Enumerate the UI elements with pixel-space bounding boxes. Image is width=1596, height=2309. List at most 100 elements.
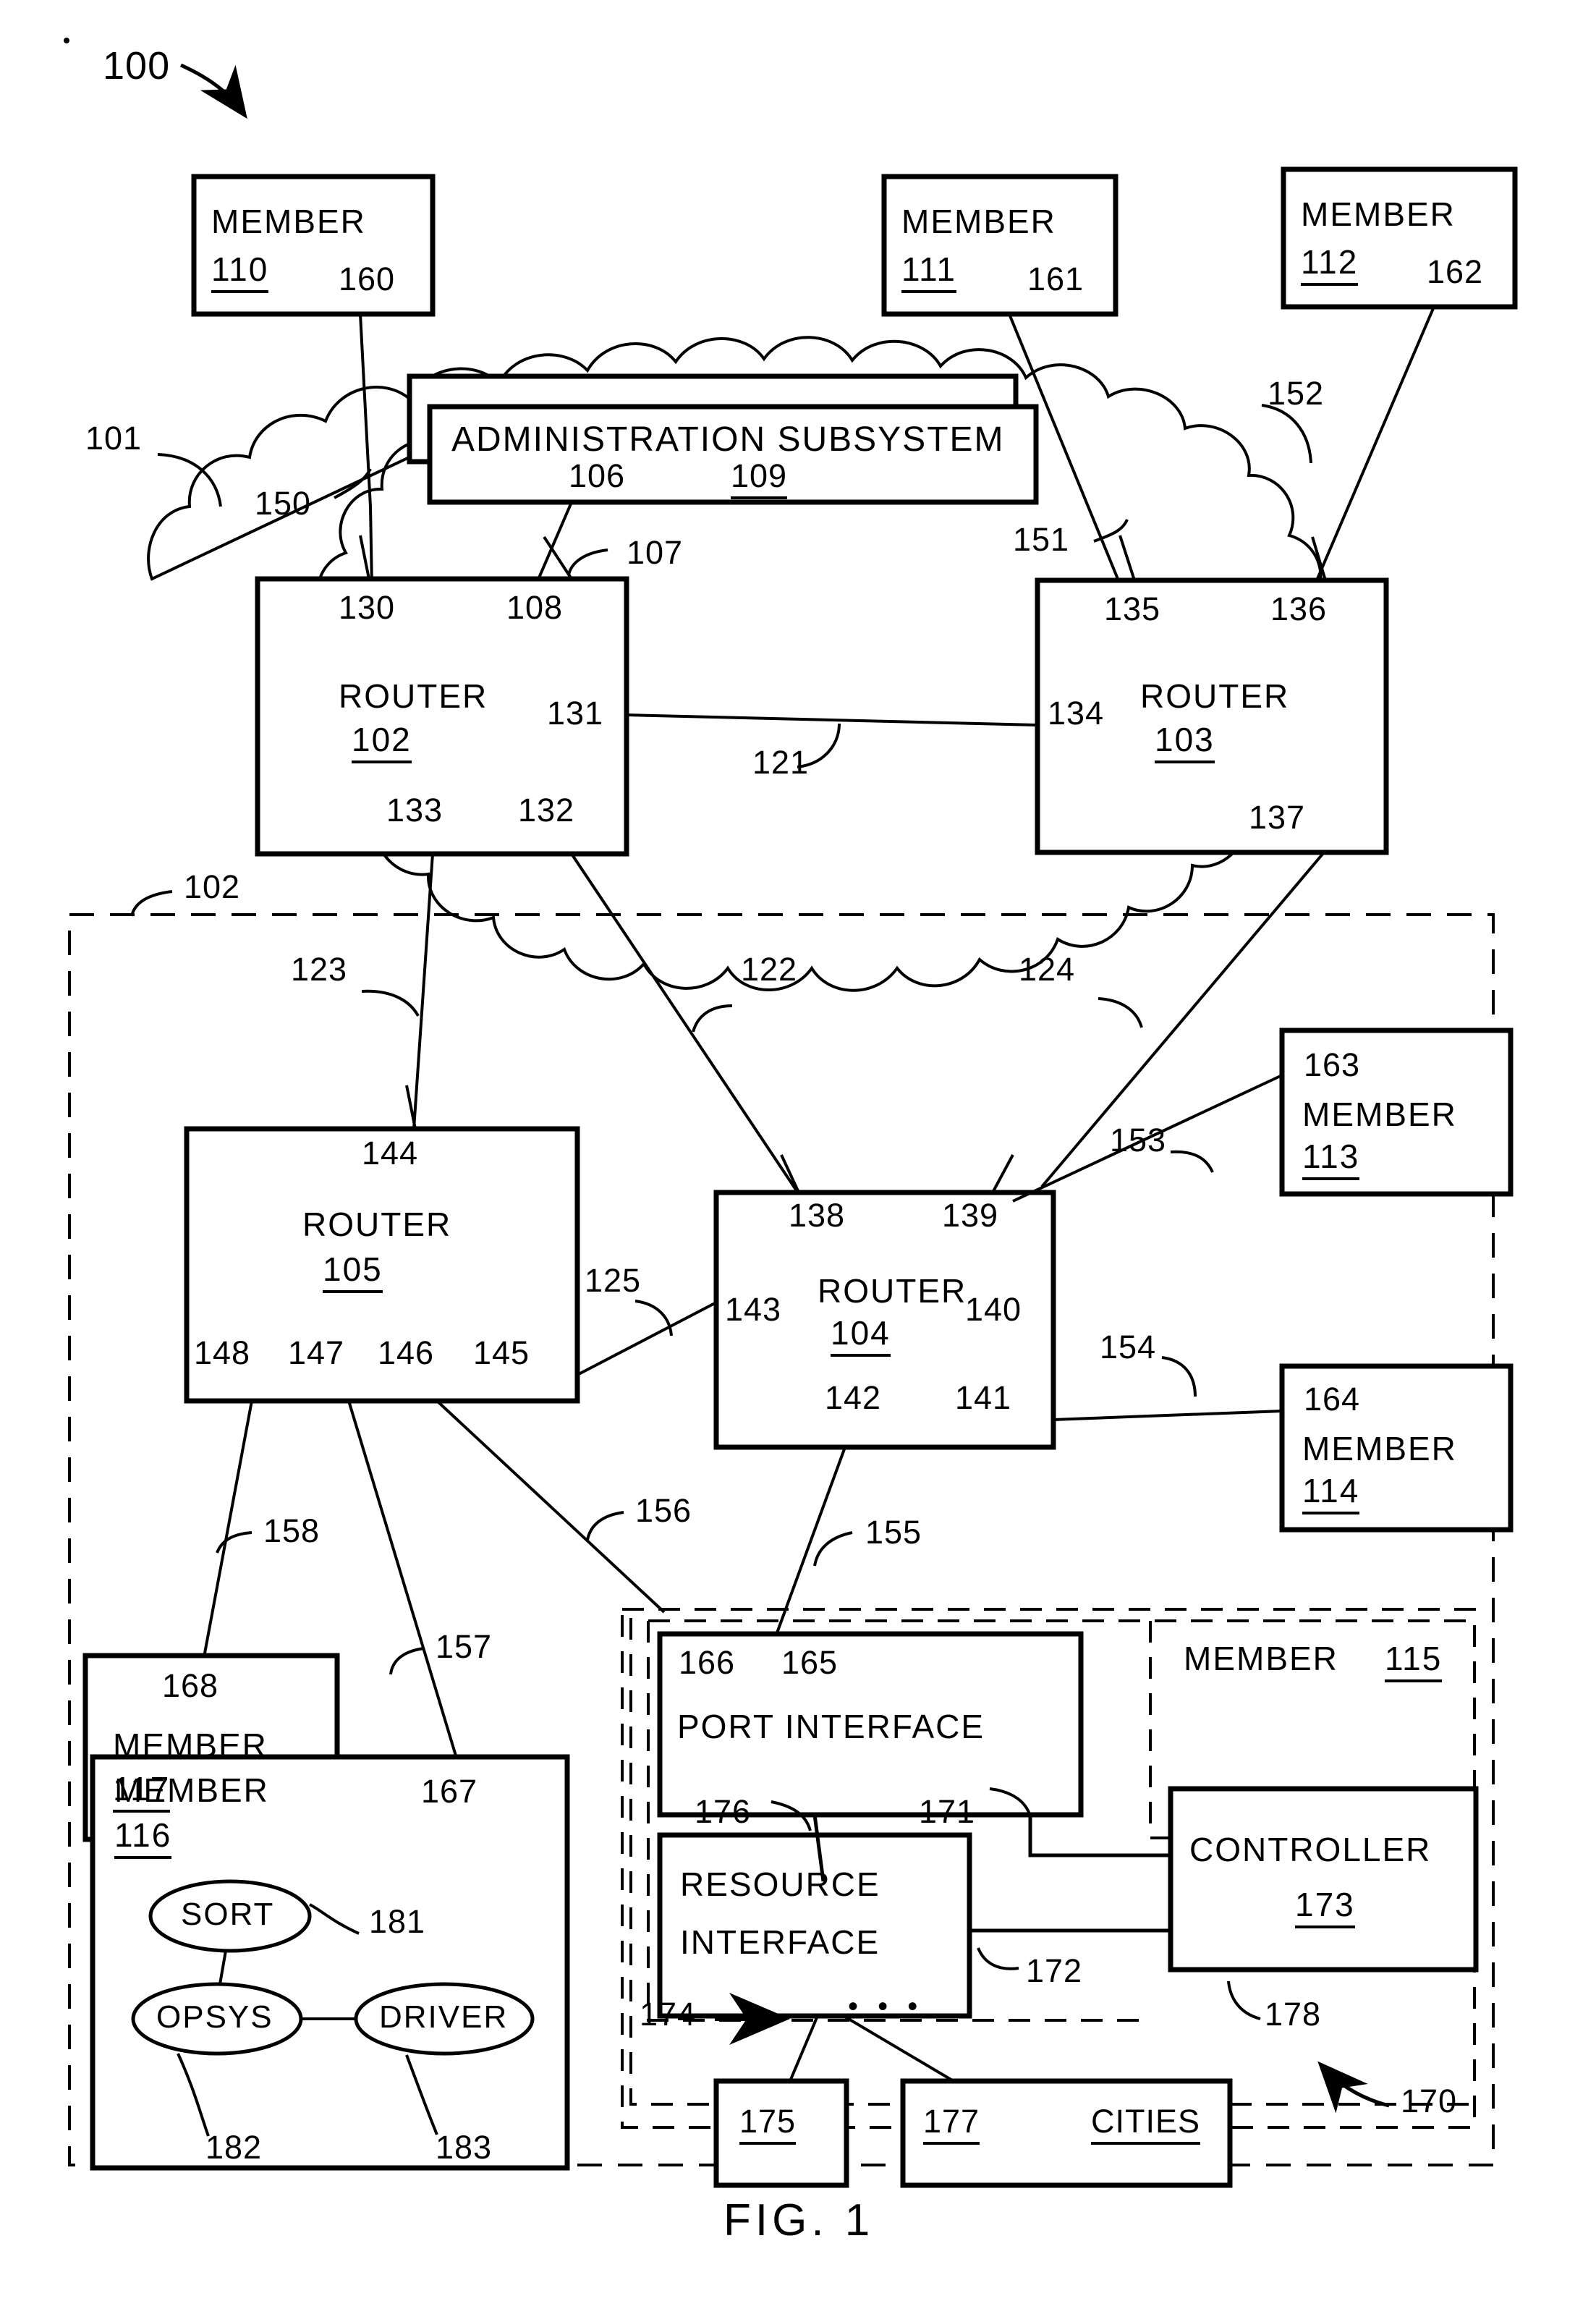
link-label-152: 152 — [1268, 375, 1325, 412]
member-116-title: MEMBER — [114, 1771, 269, 1809]
link-125 — [577, 1301, 717, 1376]
leader-155 — [813, 1531, 853, 1567]
leader-178 — [1227, 1980, 1261, 2020]
leader-124 — [1098, 997, 1143, 1028]
router-102-port-130: 130 — [339, 589, 396, 626]
router-102-port-132: 132 — [518, 792, 575, 829]
member-114-title: MEMBER — [1302, 1430, 1457, 1467]
link-label-153: 153 — [1110, 1122, 1167, 1158]
router-105-port-145: 145 — [473, 1334, 530, 1371]
member-115-ref: 115 — [1385, 1640, 1443, 1682]
patent-figure-1: 100 101 102 MEMBER 110 160 MEMBER 111 16… — [0, 0, 1596, 2309]
member-116-ref: 116 — [114, 1817, 172, 1859]
member-112-port-162: 162 — [1427, 253, 1484, 290]
link-121 — [626, 713, 1038, 726]
router-104-port-138: 138 — [789, 1197, 846, 1234]
stray-dot — [64, 38, 69, 43]
router-103-port-135: 135 — [1104, 590, 1161, 627]
link-label-158: 158 — [263, 1512, 321, 1549]
leader-122 — [692, 1004, 733, 1033]
link-label-122: 122 — [741, 951, 798, 988]
network-ref-101: 101 — [85, 420, 143, 457]
leader-172 — [977, 1947, 1019, 1970]
link-label-150: 150 — [255, 485, 312, 522]
member-112-title: MEMBER — [1301, 195, 1456, 233]
member116-node-sort-ref-181: 181 — [369, 1903, 426, 1940]
resource-link-to-177 — [842, 2014, 955, 2083]
member-112-ref: 112 — [1301, 244, 1359, 286]
link-label-157: 157 — [436, 1628, 493, 1665]
resource-interface-line1: RESOURCE — [680, 1865, 880, 1903]
link-label-176: 176 — [695, 1793, 752, 1830]
controller-ref-173: 173 — [1295, 1886, 1355, 1928]
member-113-title: MEMBER — [1302, 1096, 1457, 1133]
leader-157 — [389, 1647, 425, 1675]
router-105-port-146: 146 — [378, 1334, 435, 1371]
member-110-title: MEMBER — [211, 203, 366, 240]
port-interface-label: PORT INTERFACE — [677, 1708, 985, 1745]
link-154 — [1053, 1410, 1283, 1421]
router-105-port-144: 144 — [362, 1135, 419, 1172]
system-ref-100: 100 — [103, 44, 171, 88]
link-158 — [203, 1400, 253, 1658]
resource-link-to-175 — [789, 2015, 819, 2082]
router-102-port-133: 133 — [386, 792, 443, 829]
link-label-123: 123 — [291, 951, 348, 988]
member-111-port-161: 161 — [1027, 260, 1084, 297]
router-104-port-139: 139 — [942, 1197, 999, 1234]
link-label-156: 156 — [635, 1492, 692, 1529]
figure-caption: FIG. 1 — [723, 2195, 875, 2245]
member-110-ref: 110 — [211, 251, 269, 293]
router-104-ref: 104 — [831, 1315, 891, 1357]
member116-node-driver-ref-183: 183 — [436, 2129, 493, 2166]
resource-item-175-ref: 175 — [739, 2103, 797, 2145]
leader-154 — [1161, 1356, 1197, 1397]
router-102-title: ROUTER — [339, 677, 488, 715]
leader-152 — [1261, 404, 1312, 464]
router-105-port-148: 148 — [194, 1334, 251, 1371]
admin-subsystem-link-107: 107 — [627, 534, 684, 571]
member116-node-opsys-ref-182: 182 — [205, 2129, 263, 2166]
link-156 — [436, 1399, 666, 1614]
controller-box — [1168, 1786, 1479, 1973]
resources-group-ref-170: 170 — [1401, 2083, 1458, 2119]
router-104-title: ROUTER — [818, 1272, 967, 1310]
leader-125 — [634, 1300, 673, 1336]
router-102-port-131: 131 — [547, 695, 604, 732]
member-111-title: MEMBER — [901, 203, 1056, 240]
leader-170 — [1317, 2061, 1390, 2114]
admin-subsystem-title: ADMINISTRATION SUBSYSTEM — [451, 420, 1005, 459]
leader-153 — [1170, 1150, 1214, 1173]
router-104-port-140: 140 — [965, 1291, 1022, 1328]
member116-node-opsys-label: OPSYS — [156, 1999, 273, 2035]
member-110-box — [191, 174, 436, 317]
leader-102-network — [130, 890, 173, 917]
admin-subsystem-ref-109: 109 — [731, 458, 788, 499]
router-103-port-136: 136 — [1270, 590, 1328, 627]
router-102-ref: 102 — [352, 721, 412, 763]
link-123 — [412, 853, 434, 1130]
resource-item-177-label: CITIES — [1091, 2103, 1201, 2145]
link-label-121: 121 — [752, 744, 810, 781]
member-110-port-160: 160 — [339, 260, 396, 297]
link-157 — [347, 1400, 466, 1785]
link-107 — [534, 501, 573, 587]
link-label-154: 154 — [1100, 1329, 1157, 1365]
link-122 — [570, 852, 800, 1195]
router-104-port-143: 143 — [725, 1291, 782, 1328]
link-label-124: 124 — [1019, 951, 1076, 988]
member116-node-sort-label: SORT — [181, 1897, 275, 1932]
member-115-title: MEMBER — [1184, 1640, 1338, 1677]
member-113-ref: 113 — [1302, 1138, 1360, 1180]
member-117-title: MEMBER — [113, 1727, 268, 1764]
router-103-port-134: 134 — [1048, 695, 1105, 732]
router-103-port-135-stub — [1119, 535, 1136, 581]
resources-ellipsis: • • • — [848, 1991, 924, 2022]
member-114-ref: 114 — [1302, 1473, 1360, 1514]
member-111-ref: 111 — [901, 251, 956, 293]
port-interface-ref-166: 166 — [679, 1644, 736, 1681]
router-103-title: ROUTER — [1140, 677, 1290, 715]
router-103-ref: 103 — [1155, 721, 1215, 763]
leader-158 — [216, 1531, 252, 1554]
router-102-port-108: 108 — [506, 589, 564, 626]
